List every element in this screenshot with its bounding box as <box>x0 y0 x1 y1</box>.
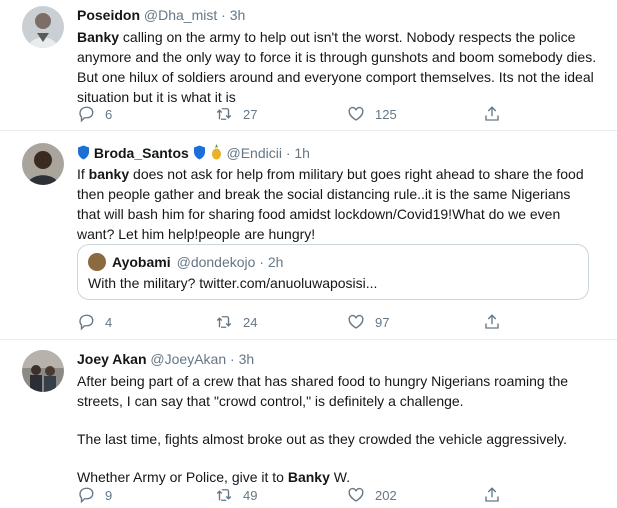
avatar[interactable] <box>22 143 64 185</box>
retweet-icon <box>216 489 232 501</box>
like-count: 97 <box>375 314 390 330</box>
share-icon <box>485 106 499 121</box>
reply-count: 6 <box>105 106 113 122</box>
tweet-text: Banky calling on the army to help out is… <box>77 27 597 107</box>
like-count: 202 <box>375 487 397 503</box>
like-icon <box>348 487 364 502</box>
share-button[interactable] <box>483 486 501 504</box>
reply-button[interactable]: 9 <box>77 486 112 504</box>
share-button[interactable] <box>483 313 501 331</box>
retweet-count: 27 <box>243 106 258 122</box>
share-icon <box>485 487 499 502</box>
tweet-text: If banky does not ask for help from mili… <box>77 164 597 244</box>
tweet-paragraph: After being part of a crew that has shar… <box>77 373 569 409</box>
avatar[interactable] <box>22 350 64 392</box>
author-name[interactable]: Poseidon <box>77 7 140 23</box>
separator: · <box>217 7 230 23</box>
tweet-actions: 9 49 202 <box>77 486 517 506</box>
quoted-author-name: Ayobami <box>112 254 171 270</box>
reply-icon <box>79 314 94 331</box>
quoted-author-handle: @dondekojo <box>176 254 256 270</box>
reply-count: 4 <box>105 314 113 330</box>
tweet-time[interactable]: 1h <box>294 145 310 161</box>
share-icon <box>485 314 499 329</box>
quoted-avatar <box>88 253 106 271</box>
tweet[interactable]: Joey Akan @JoeyAkan · 3h After being par… <box>0 340 617 508</box>
author-name[interactable]: Broda_Santos <box>94 145 189 161</box>
tweet-paragraph: The last time, fights almost broke out a… <box>77 431 567 447</box>
tweet-header: Joey Akan @JoeyAkan · 3h <box>77 351 254 367</box>
shield-icon <box>193 145 205 160</box>
tweet-text-rest: calling on the army to help out isn't th… <box>77 29 597 105</box>
shield-icon <box>78 145 89 160</box>
like-button[interactable]: 202 <box>347 486 397 504</box>
timeline: Poseidon @Dha_mist · 3h Banky calling on… <box>0 0 617 508</box>
separator: · <box>255 254 268 270</box>
reply-icon <box>79 106 94 123</box>
tweet-text-rest: W. <box>329 469 351 485</box>
reply-count: 9 <box>105 487 113 503</box>
mention-bold: Banky <box>287 469 330 485</box>
separator: · <box>281 145 295 161</box>
tweet-time[interactable]: 3h <box>239 351 255 367</box>
tweet-header: Poseidon @Dha_mist · 3h <box>77 7 245 23</box>
like-button[interactable]: 125 <box>347 105 397 123</box>
mention-bold: Banky <box>77 29 120 45</box>
retweet-icon <box>216 316 232 328</box>
tweet-actions: 6 27 125 <box>77 105 517 125</box>
tweet[interactable]: Broda_Santos @Endicii · 1h If banky does… <box>0 131 617 340</box>
retweet-button[interactable]: 49 <box>215 486 257 504</box>
separator: · <box>226 351 239 367</box>
retweet-count: 24 <box>243 314 258 330</box>
tweet-header: Broda_Santos @Endicii · 1h <box>77 144 310 161</box>
quoted-text: With the military? twitter.com/anuoluwap… <box>88 275 378 291</box>
tweet[interactable]: Poseidon @Dha_mist · 3h Banky calling on… <box>0 0 617 131</box>
retweet-button[interactable]: 24 <box>215 313 257 331</box>
retweet-icon <box>216 108 232 120</box>
tweet-time[interactable]: 3h <box>230 7 246 23</box>
author-handle[interactable]: @JoeyAkan <box>150 351 226 367</box>
retweet-button[interactable]: 27 <box>215 105 257 123</box>
author-handle[interactable]: @Dha_mist <box>144 7 217 23</box>
avatar[interactable] <box>22 6 64 48</box>
quoted-tweet-header: Ayobami @dondekojo · 2h <box>88 253 283 271</box>
tweet-text: After being part of a crew that has shar… <box>77 371 597 487</box>
quoted-time: 2h <box>267 254 284 270</box>
like-icon <box>348 106 364 121</box>
tweet-text-pre: Whether Army or Police, give it to <box>77 469 288 485</box>
tweet-text-pre: If <box>77 166 89 182</box>
mention-bold: banky <box>88 166 130 182</box>
share-button[interactable] <box>483 105 501 123</box>
author-handle[interactable]: @Endicii <box>226 145 281 161</box>
like-count: 125 <box>375 106 397 122</box>
retweet-count: 49 <box>243 487 258 503</box>
reply-button[interactable]: 4 <box>77 313 112 331</box>
pineapple-icon <box>211 144 221 160</box>
tweet-text-rest: does not ask for help from military but … <box>77 166 584 242</box>
reply-icon <box>79 487 94 504</box>
tweet-actions: 4 24 97 <box>77 313 517 333</box>
quoted-tweet[interactable]: Ayobami @dondekojo · 2h With the militar… <box>77 244 589 300</box>
author-name[interactable]: Joey Akan <box>77 351 147 367</box>
like-icon <box>348 314 364 329</box>
reply-button[interactable]: 6 <box>77 105 112 123</box>
like-button[interactable]: 97 <box>347 313 389 331</box>
